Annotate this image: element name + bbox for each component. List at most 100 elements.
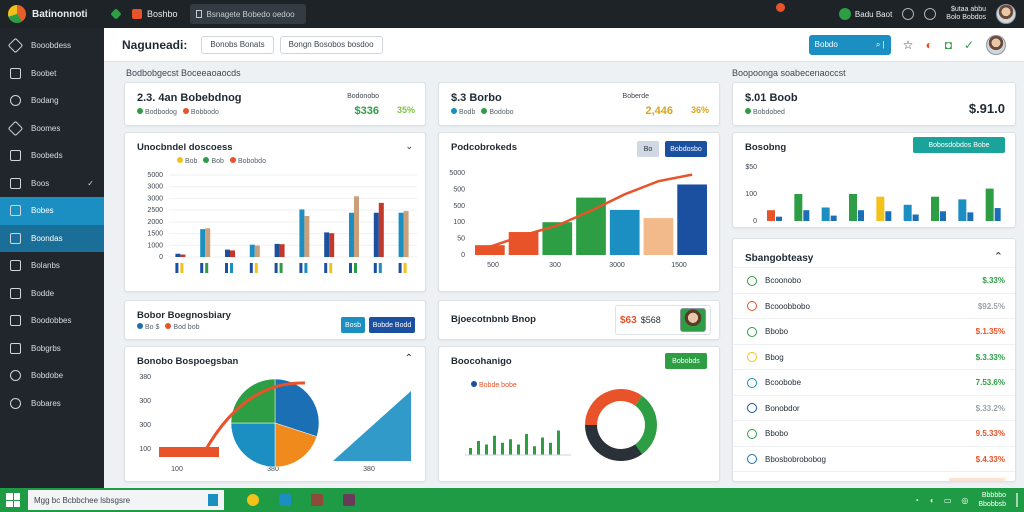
- volume-icon[interactable]: ◖: [929, 496, 934, 505]
- taskbar-app-1[interactable]: [242, 490, 264, 510]
- sidebar-item-8[interactable]: Bolanbs: [0, 252, 104, 280]
- x-tick-marker: [299, 263, 303, 273]
- bar: [830, 215, 837, 221]
- summary-card: Bobor Boegnosbiary Bo $ Bod bob Bosb Bob…: [124, 300, 426, 340]
- list-item[interactable]: Bcoobobe 7.53.6%: [733, 369, 1015, 395]
- sidebar-item-label: Boos: [31, 178, 50, 188]
- sidebar-item-9[interactable]: Bodde: [0, 280, 104, 308]
- donut-card-button[interactable]: Bobobds: [665, 353, 707, 369]
- document-icon: [195, 10, 202, 18]
- sidebar-item-6[interactable]: Bobes: [0, 197, 104, 225]
- taskbar-app-2[interactable]: [274, 490, 296, 510]
- list-card: Sbangobteasy ⌃ Bcoonobo $.33% Bcooobbobo $9…: [732, 238, 1016, 482]
- chevron-down-icon[interactable]: ⌄: [405, 141, 413, 152]
- summary-button-1[interactable]: Bosb: [341, 317, 365, 333]
- list-icon: [10, 260, 21, 272]
- sidebar-item-1[interactable]: Boobet: [0, 60, 104, 88]
- list-item-label: Bonobdor: [765, 403, 800, 413]
- y-tick-label: 0: [753, 218, 757, 225]
- list-item[interactable]: Bbog $.3.33%: [733, 343, 1015, 370]
- taskbar-app-4[interactable]: [338, 490, 360, 510]
- kpi-card-2[interactable]: $.3 Borbo Bodb Bodobo Boberde 2,446 36%: [438, 82, 720, 126]
- sidebar-item-10[interactable]: Boodobbes: [0, 307, 104, 335]
- growth-button-2[interactable]: Bobdosbo: [665, 141, 707, 157]
- list-item[interactable]: Bcoonobo $.33%: [733, 267, 1015, 293]
- sidebar-item-7[interactable]: Boondas: [0, 224, 104, 252]
- brand-logo-icon: [8, 5, 26, 23]
- sidebar-item-2[interactable]: Bodang: [0, 87, 104, 115]
- y-tick-label: 1000: [147, 242, 163, 249]
- list-item[interactable]: Bbobo $.obobe bbo: [733, 471, 1015, 481]
- refresh-icon[interactable]: ◐: [925, 38, 932, 52]
- top-search-input[interactable]: Bsnagete Bobedo oedoo: [189, 4, 306, 24]
- list-item[interactable]: Bonobdor $.33.2%: [733, 394, 1015, 421]
- battery-icon[interactable]: ▭: [944, 496, 952, 505]
- status-chip[interactable]: Badu Baot: [838, 8, 892, 20]
- bar: [274, 243, 280, 257]
- show-desktop-button[interactable]: [1016, 493, 1018, 507]
- chevron-up-icon[interactable]: ⌃: [405, 353, 413, 364]
- sidebar-item-11[interactable]: Bobgrbs: [0, 335, 104, 363]
- taskbar-search-input[interactable]: Mgg bc Bcbbchee lsbsgsre: [28, 490, 224, 510]
- growth-button-1[interactable]: Bo: [637, 141, 659, 157]
- wifi-icon[interactable]: ◔: [914, 496, 919, 505]
- kpi-card-3[interactable]: $.01 Boob Bobdobed $.91.0: [732, 82, 1016, 126]
- tab-2[interactable]: Bongn Bosobos bosdoo: [279, 35, 383, 54]
- taskbar-search-text: Mgg bc Bcbbchee lsbsgsre: [34, 495, 131, 505]
- app-chip-1[interactable]: [110, 8, 122, 20]
- list-item-value: $.3.33%: [975, 352, 1005, 362]
- list-item[interactable]: Bbobo 9.5.33%: [733, 420, 1015, 446]
- sidebar-item-4[interactable]: Boobeds: [0, 142, 104, 170]
- legend-dot-icon: [182, 108, 189, 114]
- chevron-up-icon[interactable]: ⌃: [994, 250, 1003, 263]
- notification-badge[interactable]: [776, 3, 785, 12]
- kpi-card-1[interactable]: 2.3. 4an Bobebdnog Bodbodog Bobbodo Bodo…: [124, 82, 426, 126]
- list-item[interactable]: Bcooobbobo $92.5%: [733, 292, 1015, 319]
- sidebar: Booobdess Boobet Bodang Boomes Boobeds B…: [0, 28, 104, 488]
- clock[interactable]: Bbbbbo Bbobbsb: [978, 491, 1006, 509]
- bar: [903, 204, 912, 221]
- bar: [958, 199, 967, 221]
- list-item[interactable]: Bbosbobrobobog $.4.33%: [733, 445, 1015, 472]
- taskbar-app-3[interactable]: [306, 490, 328, 510]
- sidebar-item-3[interactable]: Boomes: [0, 115, 104, 143]
- profile-widget[interactable]: $63 $568: [615, 305, 711, 335]
- bar: [329, 233, 335, 257]
- donut-segment: [585, 424, 643, 461]
- y-tick-label: 300: [139, 422, 151, 429]
- sidebar-item-13[interactable]: Bobares: [0, 390, 104, 418]
- legend-dot-icon: [137, 323, 143, 329]
- bar: [542, 222, 573, 255]
- brand[interactable]: Batinonnoti: [8, 5, 112, 23]
- area-shape: [333, 391, 411, 461]
- check-icon[interactable]: ✓: [964, 38, 974, 52]
- header-avatar[interactable]: [986, 34, 1006, 55]
- x-tick-marker: [230, 263, 233, 273]
- shield-icon[interactable]: ◘: [945, 38, 952, 52]
- user-info[interactable]: $utaa abbu Bolo Bobdos: [946, 6, 986, 22]
- avatar[interactable]: [996, 4, 1016, 24]
- pie-chart: 380300300100100 380 380: [139, 374, 411, 473]
- star-icon[interactable]: ☆: [903, 38, 914, 52]
- sidebar-item-label: Bobares: [31, 398, 61, 408]
- sidebar-item-12[interactable]: Bobdobe: [0, 362, 104, 390]
- network-icon[interactable]: ◎: [961, 496, 968, 505]
- start-icon[interactable]: [6, 493, 20, 507]
- tab-1[interactable]: Bonobs Bonats: [201, 35, 274, 54]
- y-tick-label: $50: [745, 164, 757, 171]
- top-right-area: Badu Baot $utaa abbu Bolo Bobdos: [838, 4, 1016, 24]
- sidebar-item-0[interactable]: Booobdess: [0, 32, 104, 60]
- summary-button-2[interactable]: Bobde Bodd: [369, 317, 415, 333]
- app-chip-2[interactable]: Boshbo: [132, 9, 178, 19]
- list-item[interactable]: Bbobo $.1.35%: [733, 318, 1015, 344]
- sidebar-item-label: Bodang: [31, 96, 59, 106]
- sidebar-item-5[interactable]: Boos ✓: [0, 170, 104, 198]
- clock-icon[interactable]: [902, 8, 915, 20]
- settings-icon[interactable]: [924, 8, 937, 20]
- bar: [477, 441, 480, 455]
- files-icon: [311, 494, 323, 506]
- small-card-button[interactable]: Bobosdobdos Bobe: [913, 137, 1005, 153]
- header-search-button[interactable]: Bobdo ⌕ |: [808, 34, 891, 55]
- sidebar-item-label: Boomes: [31, 123, 61, 133]
- bar: [912, 214, 919, 221]
